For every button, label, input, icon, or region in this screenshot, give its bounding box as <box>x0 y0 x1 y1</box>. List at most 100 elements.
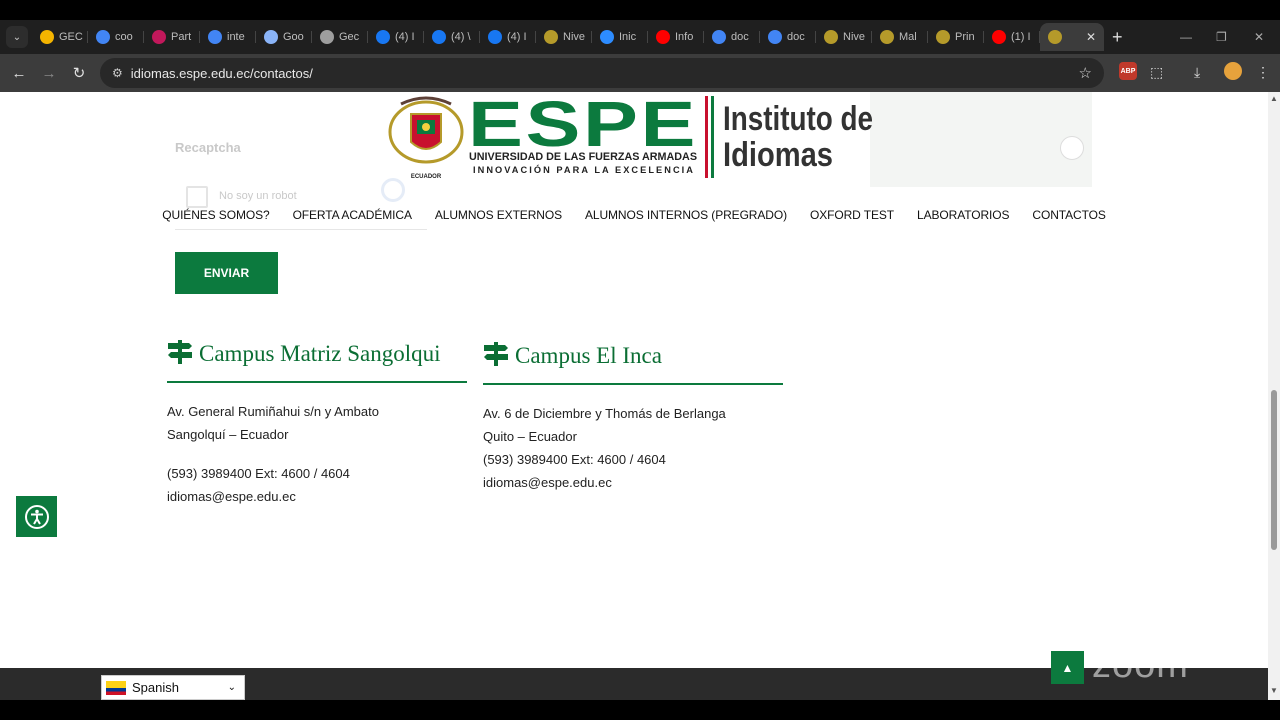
colombia-flag-icon <box>106 680 126 695</box>
download-icon[interactable]: ⤓ <box>1194 64 1200 81</box>
new-tab-button[interactable]: + <box>1112 27 1123 48</box>
tab-label: Inic <box>619 31 637 43</box>
tab[interactable]: Prin <box>928 23 984 51</box>
tab[interactable]: Nive <box>536 23 592 51</box>
campus-inca-city: Quito – Ecuador <box>483 429 577 444</box>
gemini-icon <box>264 30 278 44</box>
campus-matriz-email[interactable]: idiomas@espe.edu.ec <box>167 485 467 508</box>
logo-motto: INNOVACIÓN PARA LA EXCELENCIA <box>473 164 695 175</box>
tab-label: Info <box>675 31 694 43</box>
url-text[interactable]: idiomas.espe.edu.ec/contactos/ <box>131 66 313 81</box>
facebook-icon <box>432 30 446 44</box>
tab-active[interactable]: ✕ <box>1040 23 1104 51</box>
reload-icon[interactable]: ↻ <box>64 64 94 82</box>
back-icon[interactable]: ← <box>4 65 34 82</box>
scroll-down-icon[interactable]: ▼ <box>1270 686 1278 695</box>
tab-label: coo <box>115 31 133 43</box>
address-bar[interactable]: ⚙ idiomas.espe.edu.ec/contactos/ ☆ <box>100 58 1104 88</box>
tab[interactable]: (4) I <box>480 23 536 51</box>
campus-matriz-phone: (593) 3989400 Ext: 4600 / 4604 <box>167 466 350 481</box>
google-icon <box>208 30 222 44</box>
youtube-icon <box>992 30 1006 44</box>
site-info-icon[interactable]: ⚙ <box>112 66 123 80</box>
recaptcha-checkbox[interactable] <box>186 186 208 208</box>
campus-matriz-card: Campus Matriz Sangolqui Av. General Rumi… <box>167 340 467 508</box>
nav-item-oferta-academica[interactable]: OFERTA ACADÉMICA <box>281 208 423 222</box>
tab-strip: ⌄ GEC coo Part inte Goo Gec (4) I (4) \ (4) I Niv… <box>0 20 1280 54</box>
page-scrollbar[interactable]: ▲ ▼ <box>1268 92 1280 700</box>
tab-label: GEC <box>59 31 83 43</box>
tab[interactable]: coo <box>88 23 144 51</box>
map-embed[interactable] <box>870 92 1092 187</box>
nav-item-laboratorios[interactable]: LABORATORIOS <box>906 208 1021 222</box>
tab-label: Part <box>171 31 192 43</box>
nav-item-oxford-test[interactable]: OXFORD TEST <box>798 208 905 222</box>
scroll-up-icon[interactable]: ▲ <box>1270 94 1278 103</box>
google-icon <box>96 30 110 44</box>
adblock-icon[interactable]: ABP <box>1119 62 1137 80</box>
tab[interactable]: GEC <box>32 23 88 51</box>
tab-label: doc <box>731 31 749 43</box>
bookmark-star-icon[interactable]: ☆ <box>1079 64 1092 82</box>
tab-label: Mal <box>899 31 917 43</box>
tab[interactable]: (1) I <box>984 23 1040 51</box>
enviar-button[interactable]: ENVIAR <box>175 252 278 294</box>
facebook-icon <box>376 30 390 44</box>
tab-label: inte <box>227 31 245 43</box>
tab[interactable]: Mal <box>872 23 928 51</box>
close-icon[interactable]: ✕ <box>1086 30 1096 44</box>
tab-label: doc <box>787 31 805 43</box>
map-fullscreen-icon[interactable] <box>1060 136 1084 160</box>
logo-divider-green <box>711 96 714 178</box>
tab[interactable]: Goo <box>256 23 312 51</box>
tab-label: Nive <box>843 31 866 43</box>
campus-matriz-city: Sangolquí – Ecuador <box>167 427 289 442</box>
tab[interactable]: Inic <box>592 23 648 51</box>
logo-divider-red <box>705 96 708 178</box>
close-window-button[interactable]: ✕ <box>1254 20 1264 54</box>
scrollbar-thumb[interactable] <box>1271 390 1277 550</box>
campus-inca-email[interactable]: idiomas@espe.edu.ec <box>483 471 783 494</box>
language-selector[interactable]: Spanish ⌄ <box>101 675 245 700</box>
tab-search-button[interactable]: ⌄ <box>6 26 28 48</box>
signpost-icon <box>168 340 192 364</box>
nav-item-contactos[interactable]: CONTACTOS <box>1021 208 1117 222</box>
espe-icon <box>880 30 894 44</box>
menu-icon[interactable]: ⋮ <box>1256 64 1270 81</box>
campus-inca-card: Campus El Inca Av. 6 de Diciembre y Thom… <box>483 342 783 494</box>
tab-label: (1) I <box>1011 31 1031 43</box>
tab[interactable]: (4) \ <box>424 23 480 51</box>
browser-toolbar: ← → ↻ ⚙ idiomas.espe.edu.ec/contactos/ ☆… <box>0 54 1280 92</box>
tab[interactable]: Info <box>648 23 704 51</box>
tab[interactable]: Gec <box>312 23 368 51</box>
minimize-button[interactable]: — <box>1180 20 1192 54</box>
tab-list: GEC coo Part inte Goo Gec (4) I (4) \ (4) I Nive I… <box>32 23 1040 51</box>
tab[interactable]: (4) I <box>368 23 424 51</box>
extensions-icon[interactable]: ⬚ <box>1150 64 1163 81</box>
nav-item-alumnos-internos[interactable]: ALUMNOS INTERNOS (PREGRADO) <box>573 208 798 222</box>
tab[interactable]: Part <box>144 23 200 51</box>
tab[interactable]: doc <box>704 23 760 51</box>
zoom-icon <box>600 30 614 44</box>
logo-university: UNIVERSIDAD DE LAS FUERZAS ARMADAS <box>469 151 697 163</box>
profile-avatar[interactable] <box>1224 62 1242 80</box>
partner-icon <box>152 30 166 44</box>
tab[interactable]: Nive <box>816 23 872 51</box>
forward-icon[interactable]: → <box>34 65 64 82</box>
maximize-button[interactable]: ❐ <box>1216 20 1227 54</box>
logo-institute-line1: Instituto de <box>723 100 873 138</box>
campus-inca-address: Av. 6 de Diciembre y Thomás de Berlanga <box>483 406 726 421</box>
campus-inca-title: Campus El Inca <box>483 342 783 369</box>
main-navigation: QUIÉNES SOMOS? OFERTA ACADÉMICA ALUMNOS … <box>0 208 1268 222</box>
nav-item-quienes-somos[interactable]: QUIÉNES SOMOS? <box>151 208 281 222</box>
tab[interactable]: inte <box>200 23 256 51</box>
facebook-icon <box>488 30 502 44</box>
espe-icon <box>936 30 950 44</box>
scroll-to-top-button[interactable]: ▲ <box>1051 651 1084 684</box>
tab[interactable]: doc <box>760 23 816 51</box>
tab-label: (4) \ <box>451 31 471 43</box>
nav-item-alumnos-externos[interactable]: ALUMNOS EXTERNOS <box>423 208 573 222</box>
tab-label: Prin <box>955 31 975 43</box>
espe-icon <box>824 30 838 44</box>
accessibility-button[interactable] <box>16 496 57 537</box>
